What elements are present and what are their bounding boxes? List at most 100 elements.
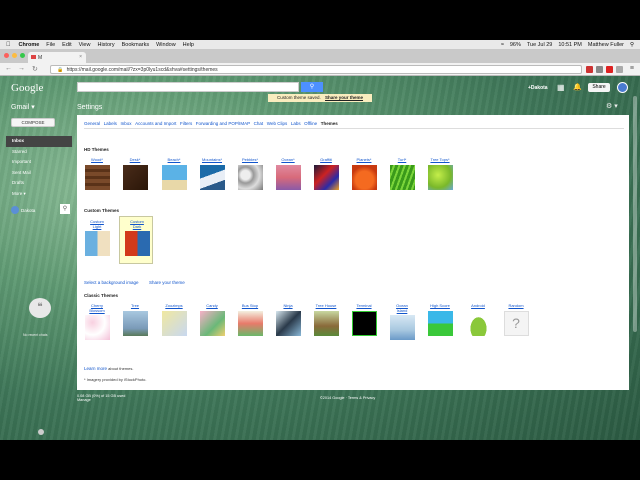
theme-beach[interactable]: Beach* <box>156 157 192 190</box>
gear-icon[interactable]: ⚙ ▾ <box>606 102 618 110</box>
forward-icon[interactable]: → <box>18 65 25 72</box>
theme-cherry-blossom[interactable]: Cherry Blossom <box>79 303 115 340</box>
theme-thumbnail[interactable] <box>84 315 110 340</box>
time-text[interactable]: 10:51 PM <box>558 42 582 48</box>
menu-bookmarks[interactable]: Bookmarks <box>122 42 150 48</box>
settings-dock-icon[interactable] <box>38 429 44 435</box>
theme-thumbnail[interactable] <box>275 165 301 190</box>
theme-desk[interactable]: Desk* <box>117 157 153 190</box>
theme-label[interactable]: Planets* <box>346 157 382 163</box>
theme-mountains[interactable]: Mountains* <box>194 157 230 190</box>
theme-label[interactable]: Terminal <box>346 303 382 309</box>
sidebar-item-more[interactable]: More ▾ <box>6 189 72 200</box>
tab-filters[interactable]: Filters <box>180 121 192 126</box>
theme-thumbnail[interactable] <box>313 311 339 336</box>
back-icon[interactable]: ← <box>5 65 12 72</box>
menu-help[interactable]: Help <box>183 42 194 48</box>
theme-ninja[interactable]: Ninja <box>270 303 306 336</box>
theme-planets[interactable]: Planets* <box>346 157 382 190</box>
sidebar-item-drafts[interactable]: Drafts <box>6 178 72 189</box>
tab-labels[interactable]: Labels <box>104 121 117 126</box>
menu-window[interactable]: Window <box>156 42 176 48</box>
reload-icon[interactable]: ↻ <box>32 65 38 73</box>
theme-label[interactable]: Ninja <box>270 303 306 309</box>
question-mark-icon[interactable]: ? <box>503 311 529 336</box>
theme-android[interactable]: Android <box>460 303 496 336</box>
theme-candy[interactable]: Candy <box>194 303 230 336</box>
theme-label[interactable]: Zoozimps <box>156 303 192 309</box>
tab-themes[interactable]: Themes <box>321 121 338 126</box>
theme-label[interactable]: Turf* <box>384 157 420 163</box>
theme-label[interactable]: Candy <box>194 303 230 309</box>
browser-tab[interactable]: M × <box>28 52 86 63</box>
tab-webclips[interactable]: Web Clips <box>267 121 287 126</box>
toast-share-link[interactable]: Share your theme <box>325 95 363 100</box>
theme-label[interactable]: High Score <box>422 303 458 309</box>
compose-button[interactable]: COMPOSE <box>11 118 55 127</box>
learn-more-link[interactable]: Learn more <box>84 366 107 371</box>
apps-grid-icon[interactable]: ▦ <box>557 83 565 92</box>
search-input[interactable] <box>77 82 299 92</box>
theme-thumbnail[interactable] <box>275 311 301 336</box>
theme-label[interactable]: Custom Dark <box>127 219 147 229</box>
theme-thumbnail[interactable] <box>389 165 415 190</box>
extension-icon[interactable] <box>616 66 623 73</box>
theme-label[interactable]: Tree House <box>308 303 344 309</box>
user-name[interactable]: Matthew Fuller <box>588 42 624 48</box>
android-icon[interactable] <box>465 311 491 336</box>
apple-icon[interactable]:  <box>6 42 11 48</box>
minimize-window-icon[interactable] <box>12 53 17 58</box>
google-logo[interactable]: Google <box>11 82 43 94</box>
theme-thumbnail[interactable] <box>122 165 148 190</box>
theme-label[interactable]: Mountains* <box>194 157 230 163</box>
search-icon[interactable]: ⚲ <box>630 42 634 48</box>
theme-custom-light[interactable]: Custom Light <box>79 219 115 256</box>
theme-label[interactable]: Beach* <box>156 157 192 163</box>
theme-thumbnail[interactable] <box>427 165 453 190</box>
theme-thumbnail[interactable] <box>313 165 339 190</box>
extension-icon[interactable] <box>606 66 613 73</box>
theme-thumbnail[interactable] <box>122 311 148 336</box>
theme-thumbnail[interactable] <box>237 165 263 190</box>
theme-label[interactable]: Tree Tops* <box>422 157 458 163</box>
avatar[interactable] <box>617 82 628 93</box>
theme-label[interactable]: Android <box>460 303 496 309</box>
plus-user-link[interactable]: +Dakota <box>528 85 548 91</box>
notifications-bell-icon[interactable]: 🔔 <box>573 83 582 91</box>
theme-zoozimps[interactable]: Zoozimps <box>156 303 192 336</box>
sidebar-item-inbox[interactable]: Inbox <box>6 136 72 147</box>
theme-thumbnail[interactable] <box>161 311 187 336</box>
sidebar-item-starred[interactable]: Starred <box>6 147 72 158</box>
theme-thumbnail[interactable] <box>84 231 110 256</box>
sidebar-item-important[interactable]: Important <box>6 157 72 168</box>
address-bar[interactable]: 🔒 https://mail.google.com/mail/?zx=3p0ly… <box>50 65 582 74</box>
select-background-link[interactable]: Select a background image <box>84 280 139 285</box>
share-theme-link[interactable]: Share your theme <box>149 280 185 285</box>
theme-tree-house[interactable]: Tree House <box>308 303 344 336</box>
theme-graffiti[interactable]: Graffiti <box>308 157 344 190</box>
tab-inbox[interactable]: Inbox <box>120 121 131 126</box>
menu-file[interactable]: File <box>46 42 55 48</box>
copyright-text[interactable]: ©2014 Google · Terms & Privacy <box>320 396 375 400</box>
tab-general[interactable]: General <box>84 121 100 126</box>
close-window-icon[interactable] <box>4 53 9 58</box>
theme-bus-stop[interactable]: Bus Stop <box>232 303 268 336</box>
theme-thumbnail[interactable] <box>199 311 225 336</box>
search-button[interactable]: ⚲ <box>301 82 323 92</box>
extension-icon[interactable] <box>596 66 603 73</box>
theme-label[interactable]: Desk* <box>117 157 153 163</box>
tab-forwarding[interactable]: Forwarding and POP/IMAP <box>196 121 250 126</box>
page-scrollbar[interactable] <box>633 96 637 332</box>
zoom-window-icon[interactable] <box>20 53 25 58</box>
battery-text[interactable]: 96% <box>510 42 521 48</box>
theme-ocean[interactable]: Ocean* <box>270 157 306 190</box>
theme-label[interactable]: Random <box>498 303 534 309</box>
theme-label[interactable]: Wood* <box>79 157 115 163</box>
manage-storage-link[interactable]: Manage <box>77 398 125 402</box>
chrome-menu-icon[interactable]: ≡ <box>630 65 634 72</box>
theme-label[interactable]: Ocean Island <box>392 303 412 313</box>
theme-thumbnail[interactable] <box>124 231 150 256</box>
date-text[interactable]: Tue Jul 29 <box>527 42 552 48</box>
theme-thumbnail[interactable] <box>427 311 453 336</box>
theme-treetops[interactable]: Tree Tops* <box>422 157 458 190</box>
